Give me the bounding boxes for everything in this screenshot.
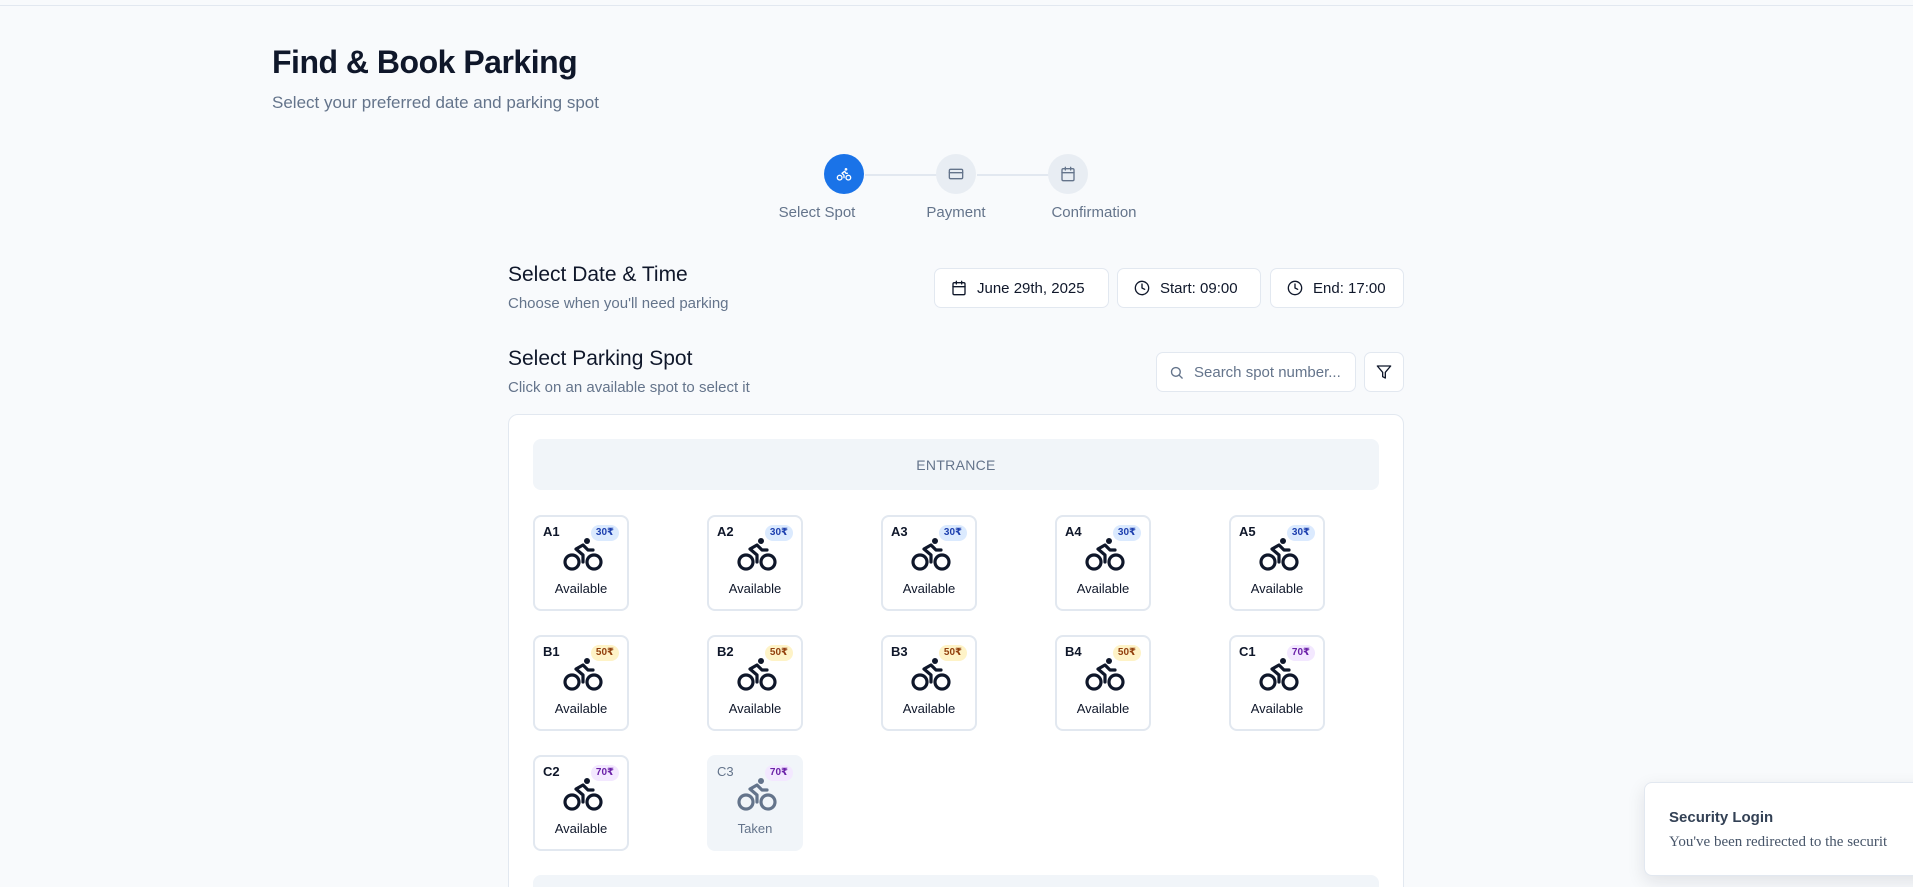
parking-map: ENTRANCE A1 30₹ Available A2 30₹ Available A3 3… (508, 414, 1404, 887)
credit-card-icon (948, 168, 964, 180)
spot-id: C3 (717, 764, 734, 779)
parking-spot-a2[interactable]: A2 30₹ Available (707, 515, 803, 611)
parking-spot-a4[interactable]: A4 30₹ Available (1055, 515, 1151, 611)
end-time-button[interactable]: End: 17:00 (1270, 268, 1404, 308)
page-subtitle: Select your preferred date and parking s… (272, 93, 599, 112)
bike-icon (1259, 657, 1299, 693)
clock-icon (1287, 280, 1303, 296)
parking-spot-c3: C3 70₹ Taken (707, 755, 803, 851)
bike-icon (1085, 537, 1125, 573)
spot-status: Available (1076, 581, 1130, 596)
toast-title: Security Login (1669, 809, 1774, 826)
bike-icon (737, 777, 777, 813)
spot-id: A5 (1239, 524, 1256, 539)
parking-spot-a1[interactable]: A1 30₹ Available (533, 515, 629, 611)
parking-spot-c2[interactable]: C2 70₹ Available (533, 755, 629, 851)
parking-spot-a5[interactable]: A5 30₹ Available (1229, 515, 1325, 611)
spot-id: B2 (717, 644, 734, 659)
step-select-spot[interactable] (824, 154, 864, 194)
booking-stepper: Select Spot Payment Confirmation (770, 154, 1150, 224)
spot-id: B3 (891, 644, 908, 659)
calendar-icon (1061, 166, 1075, 182)
spot-id: C1 (1239, 644, 1256, 659)
step-label-confirmation: Confirmation (1051, 204, 1137, 221)
bike-icon (1259, 537, 1299, 573)
parking-spot-c1[interactable]: C1 70₹ Available (1229, 635, 1325, 731)
bike-icon (1085, 657, 1125, 693)
bike-icon (563, 657, 603, 693)
exit-banner (533, 875, 1379, 887)
spot-id: C2 (543, 764, 560, 779)
spot-section-subtitle: Click on an available spot to select it (508, 379, 750, 396)
spot-search-input[interactable] (1194, 363, 1349, 381)
spot-status: Taken (737, 821, 773, 836)
end-time-label: End: 17:00 (1313, 279, 1386, 297)
spot-status: Available (554, 821, 608, 836)
stepper-connector (977, 174, 1049, 176)
stepper-connector (865, 174, 937, 176)
search-icon (1170, 366, 1183, 379)
spot-status: Available (554, 581, 608, 596)
spot-status: Available (1076, 701, 1130, 716)
bike-icon (737, 537, 777, 573)
date-picker-button[interactable]: June 29th, 2025 (934, 268, 1109, 308)
parking-spot-b4[interactable]: B4 50₹ Available (1055, 635, 1151, 731)
date-label: June 29th, 2025 (977, 279, 1085, 297)
calendar-icon (952, 280, 966, 296)
spot-status: Available (1250, 701, 1304, 716)
spot-status: Available (902, 701, 956, 716)
spot-id: B1 (543, 644, 560, 659)
parking-spot-b1[interactable]: B1 50₹ Available (533, 635, 629, 731)
parking-spot-b2[interactable]: B2 50₹ Available (707, 635, 803, 731)
datetime-title: Select Date & Time (508, 263, 688, 286)
filter-icon (1376, 365, 1392, 379)
spot-search[interactable] (1156, 352, 1356, 392)
step-label-select-spot: Select Spot (778, 204, 856, 221)
filter-button[interactable] (1364, 352, 1404, 392)
spot-status: Available (554, 701, 608, 716)
spot-section-title: Select Parking Spot (508, 347, 693, 370)
step-payment[interactable] (936, 154, 976, 194)
bike-icon (737, 657, 777, 693)
page-title: Find & Book Parking (272, 44, 578, 80)
start-time-label: Start: 09:00 (1160, 279, 1238, 297)
bike-icon (911, 537, 951, 573)
start-time-button[interactable]: Start: 09:00 (1117, 268, 1261, 308)
security-login-toast[interactable]: Security Login You've been redirected to… (1644, 782, 1913, 876)
toast-message: You've been redirected to the securit (1669, 834, 1888, 850)
datetime-subtitle: Choose when you'll need parking (508, 295, 729, 312)
spot-status: Available (902, 581, 956, 596)
bike-icon (911, 657, 951, 693)
step-confirmation[interactable] (1048, 154, 1088, 194)
spot-id: B4 (1065, 644, 1082, 659)
step-label-payment: Payment (926, 204, 986, 221)
entrance-banner: ENTRANCE (533, 439, 1379, 490)
bike-icon (563, 537, 603, 573)
spot-id: A2 (717, 524, 734, 539)
bike-icon (563, 777, 603, 813)
parking-spot-b3[interactable]: B3 50₹ Available (881, 635, 977, 731)
spot-id: A3 (891, 524, 908, 539)
spot-status: Available (728, 581, 782, 596)
clock-icon (1134, 280, 1150, 296)
parking-spot-a3[interactable]: A3 30₹ Available (881, 515, 977, 611)
spot-status: Available (1250, 581, 1304, 596)
top-divider (0, 5, 1913, 6)
spot-status: Available (728, 701, 782, 716)
bike-icon (836, 168, 852, 181)
spot-id: A1 (543, 524, 560, 539)
spot-id: A4 (1065, 524, 1082, 539)
